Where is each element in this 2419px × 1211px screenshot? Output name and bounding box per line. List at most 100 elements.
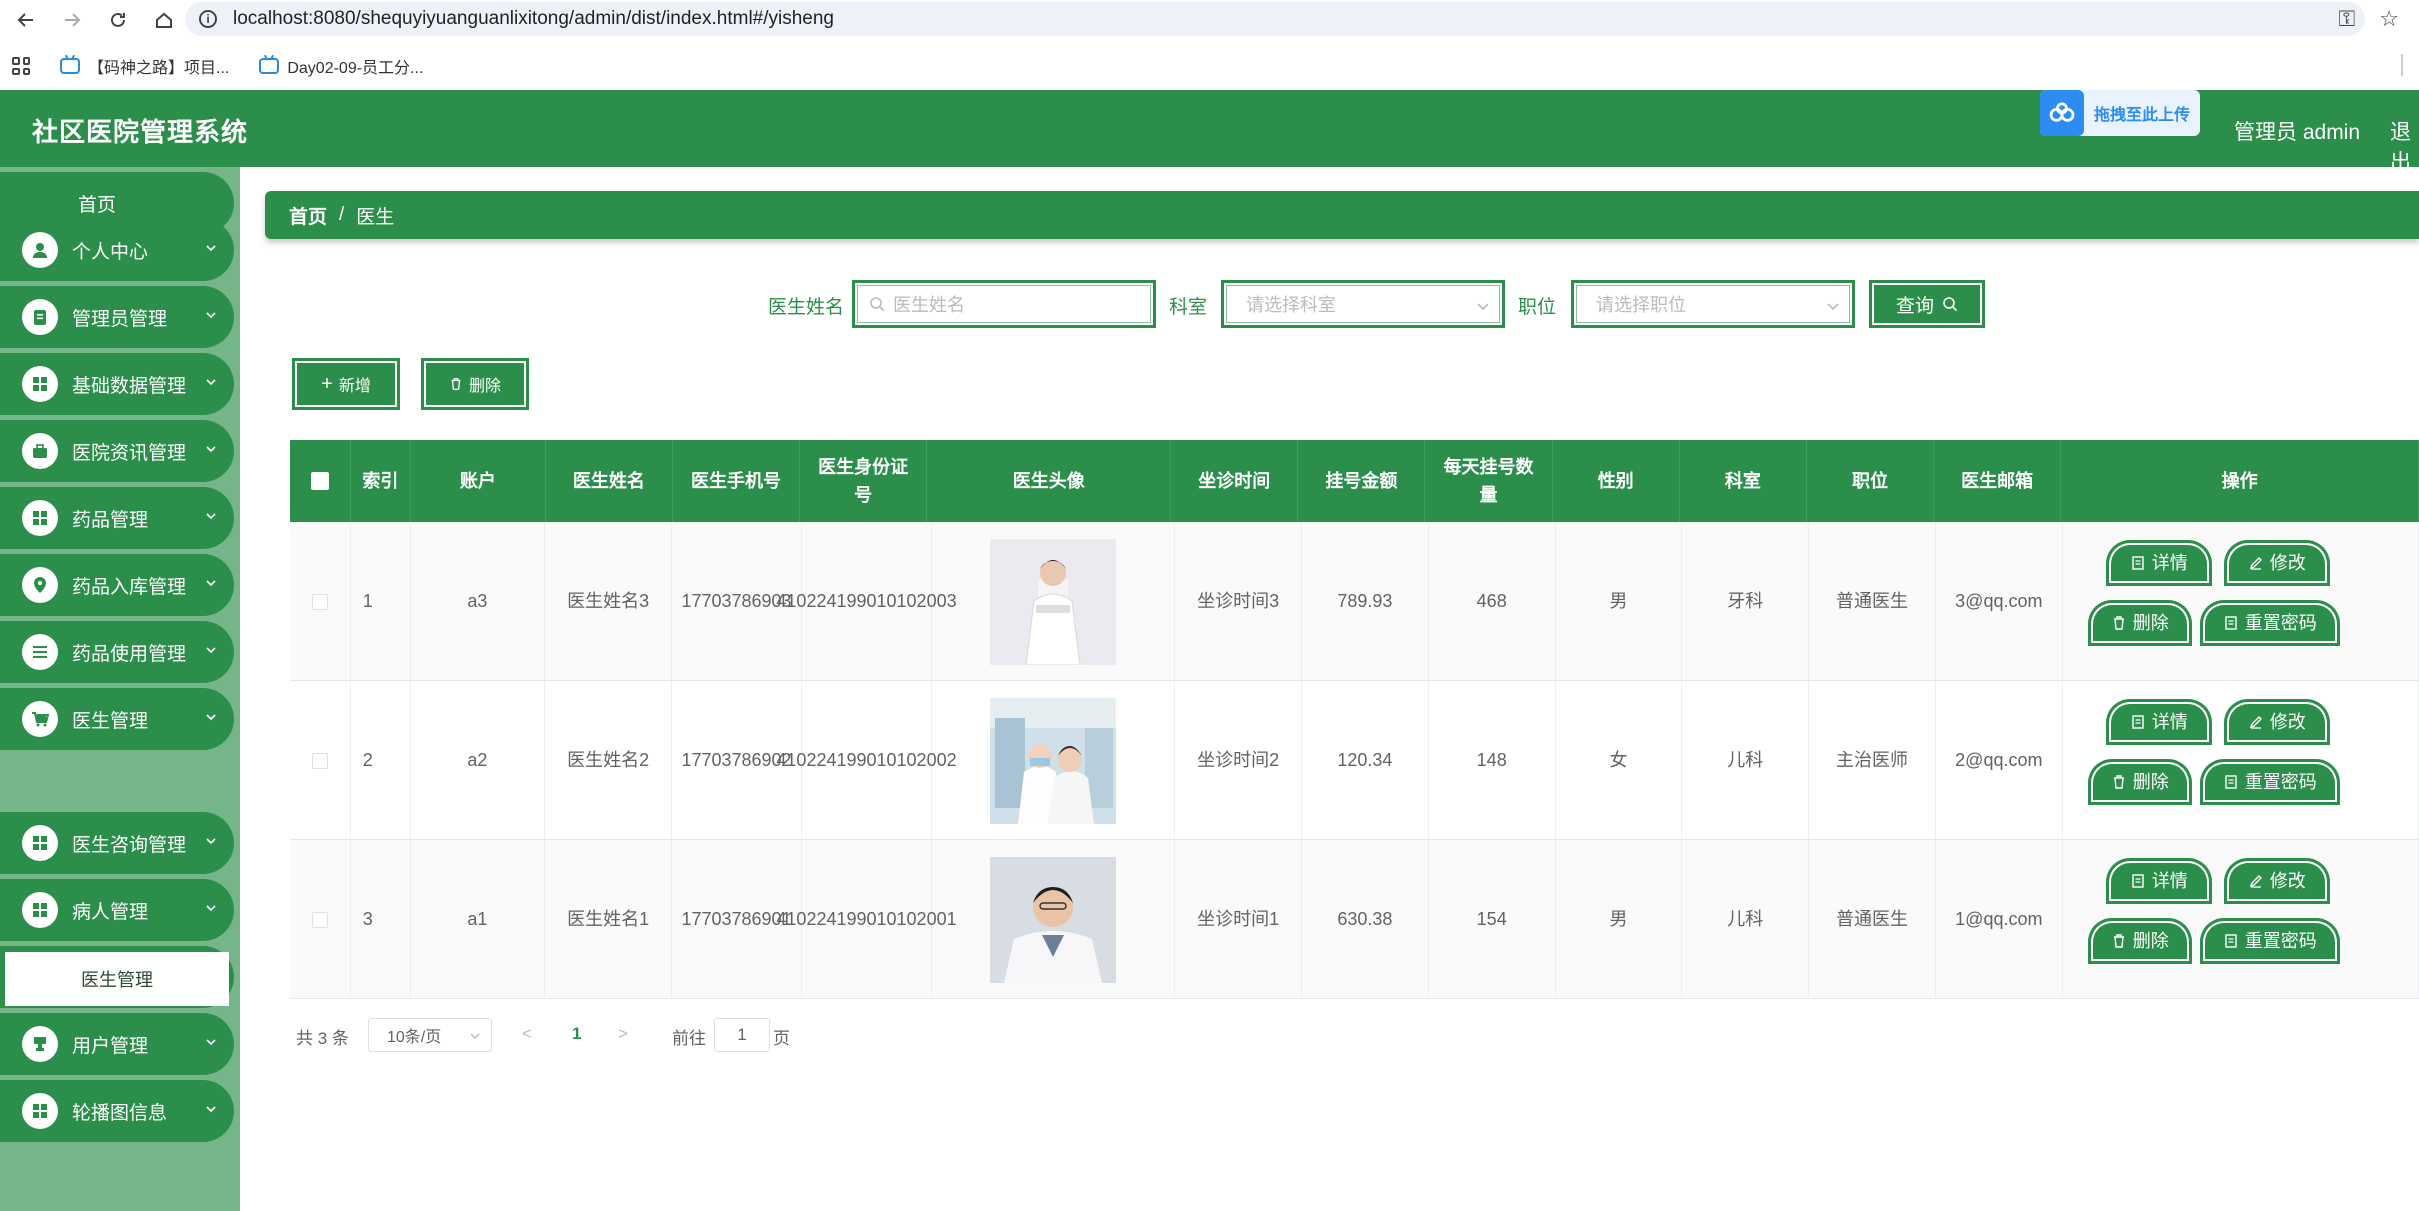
user-icon	[22, 232, 58, 268]
prev-page-icon[interactable]: <	[522, 1024, 532, 1044]
select-all-checkbox[interactable]	[310, 472, 329, 490]
logout-link[interactable]: 退出	[2390, 116, 2419, 176]
sidebar-item[interactable]: 病人管理	[0, 879, 234, 941]
back-arrow-icon[interactable]	[6, 0, 46, 40]
cell-fee: 630.38	[1302, 840, 1429, 999]
row-checkbox[interactable]	[311, 593, 328, 610]
forward-arrow-icon[interactable]	[52, 0, 92, 40]
address-bar[interactable]: i localhost:8080/shequyiyuanguanlixitong…	[185, 2, 2365, 36]
admin-username: 管理员 admin	[2234, 121, 2361, 144]
select-cell	[290, 522, 351, 681]
department-select[interactable]: 请选择科室	[1221, 280, 1505, 328]
sidebar-subitem-doctor-management[interactable]: 医生管理	[5, 952, 229, 1006]
doctor-avatar	[990, 856, 1117, 983]
bookmark-label: Day02-09-员工分...	[287, 60, 424, 77]
column-header: 医生邮箱	[1934, 440, 2062, 522]
bookmarks-divider	[2401, 54, 2403, 76]
password-key-icon[interactable]: ⚿	[2339, 6, 2356, 32]
cell-position: 普通医生	[1809, 522, 1936, 681]
reset-password-button[interactable]: 重置密码	[2199, 600, 2340, 646]
edit-button[interactable]: 修改	[2223, 699, 2330, 745]
cell-name: 医生姓名1	[545, 840, 672, 999]
sidebar-item[interactable]: 医生咨询管理	[0, 812, 234, 874]
cell-time: 坐诊时间3	[1175, 522, 1303, 681]
cell-name: 医生姓名2	[545, 681, 672, 840]
app-header: 社区医院管理系统 拖拽至此上传 管理员 admin 退出	[0, 90, 2419, 174]
batch-delete-button[interactable]: 删除	[421, 358, 529, 410]
table-row: 1 a3 医生姓名3 17703786903 410224199010102003 坐诊时…	[290, 522, 2419, 681]
page-number[interactable]: 1	[572, 1024, 581, 1044]
row-checkbox[interactable]	[311, 752, 328, 769]
sidebar-item[interactable]: 医院资讯管理	[0, 420, 234, 482]
position-select[interactable]: 请选择职位	[1571, 280, 1855, 328]
pencil-icon	[2249, 716, 2262, 729]
sidebar-item-label: 病人管理	[72, 901, 149, 923]
cell-email: 2@qq.com	[1936, 681, 2063, 840]
add-label: 新增	[338, 378, 371, 395]
delete-button[interactable]: 删除	[2087, 918, 2192, 964]
chevron-down-icon	[206, 838, 216, 845]
reload-icon[interactable]	[98, 0, 138, 40]
sidebar-item[interactable]: 个人中心	[0, 219, 234, 281]
select-cell	[290, 681, 351, 840]
goto-page-input[interactable]: 1	[714, 1018, 770, 1052]
operations-cell: 详情 修改 删除 重置密码	[2063, 681, 2419, 840]
add-button[interactable]: + 新增	[292, 358, 400, 410]
cell-dept: 牙科	[1682, 522, 1810, 681]
sidebar-item-label: 个人中心	[72, 241, 149, 263]
cell-index: 1	[351, 522, 411, 681]
bookmark-item[interactable]: 【码神之路】项目...	[60, 54, 229, 78]
home-icon[interactable]	[144, 0, 184, 40]
delete-button[interactable]: 删除	[2087, 600, 2192, 646]
chevron-down-icon	[206, 1039, 216, 1046]
row-checkbox[interactable]	[311, 911, 328, 928]
reset-password-button[interactable]: 重置密码	[2199, 918, 2340, 964]
bookmark-item[interactable]: Day02-09-员工分...	[259, 54, 423, 78]
page-size-select[interactable]: 10条/页	[368, 1018, 492, 1052]
breadcrumb-home[interactable]: 首页	[289, 202, 327, 229]
sidebar-item[interactable]: 医生管理	[0, 688, 234, 750]
operations-cell: 详情 修改删除 重置密码	[2063, 840, 2419, 999]
chevron-down-icon	[206, 446, 216, 453]
query-button[interactable]: 查询	[1869, 280, 1985, 328]
doctor-name-placeholder: 医生姓名	[893, 295, 965, 315]
doctor-name-input[interactable]: 医生姓名	[852, 280, 1156, 328]
detail-button[interactable]: 详情	[2105, 699, 2212, 745]
column-header: 性别	[1553, 440, 1680, 522]
cell-fee: 120.34	[1302, 681, 1429, 840]
edit-button[interactable]: 修改	[2223, 858, 2330, 904]
edit-button[interactable]: 修改	[2223, 540, 2330, 586]
upload-drop-zone[interactable]: 拖拽至此上传	[2040, 90, 2200, 136]
reset-password-button-label: 重置密码	[2244, 930, 2317, 951]
position-label: 职位	[1518, 297, 1557, 318]
column-header: 索引	[351, 440, 411, 522]
sidebar-item[interactable]: 药品使用管理	[0, 621, 234, 683]
cell-time: 坐诊时间2	[1175, 681, 1303, 840]
sidebar-item[interactable]: 药品入库管理	[0, 554, 234, 616]
baidu-cloud-icon	[2040, 90, 2084, 136]
sidebar-item[interactable]: 基础数据管理	[0, 353, 234, 415]
sidebar-item-label: 首页	[77, 194, 116, 216]
doc-icon	[2132, 556, 2144, 570]
cell-fee: 789.93	[1302, 522, 1429, 681]
cell-daily: 468	[1429, 522, 1556, 681]
column-header: 科室	[1680, 440, 1807, 522]
delete-button[interactable]: 删除	[2087, 759, 2192, 805]
cell-id-card: 410224199010102003	[776, 522, 957, 681]
sidebar-item[interactable]: 轮播图信息	[0, 1080, 234, 1142]
reset-password-button[interactable]: 重置密码	[2199, 759, 2340, 805]
detail-button[interactable]: 详情	[2105, 858, 2212, 904]
select-all-cell	[290, 440, 351, 522]
detail-button[interactable]: 详情	[2105, 540, 2212, 586]
sidebar-item[interactable]: 药品管理	[0, 487, 234, 549]
doc-icon	[2225, 934, 2237, 948]
apps-grid-icon[interactable]	[12, 57, 30, 75]
column-header: 每天挂号数量	[1425, 440, 1553, 522]
sidebar-item-label: 药品使用管理	[72, 643, 187, 665]
cell-time: 坐诊时间1	[1175, 840, 1303, 999]
edit-button-label: 修改	[2269, 870, 2306, 891]
next-page-icon[interactable]: >	[618, 1024, 628, 1044]
site-info-icon[interactable]: i	[199, 10, 217, 28]
bookmark-star-icon[interactable]: ☆	[2379, 6, 2399, 32]
sidebar-item[interactable]: 用户管理	[0, 1013, 234, 1075]
